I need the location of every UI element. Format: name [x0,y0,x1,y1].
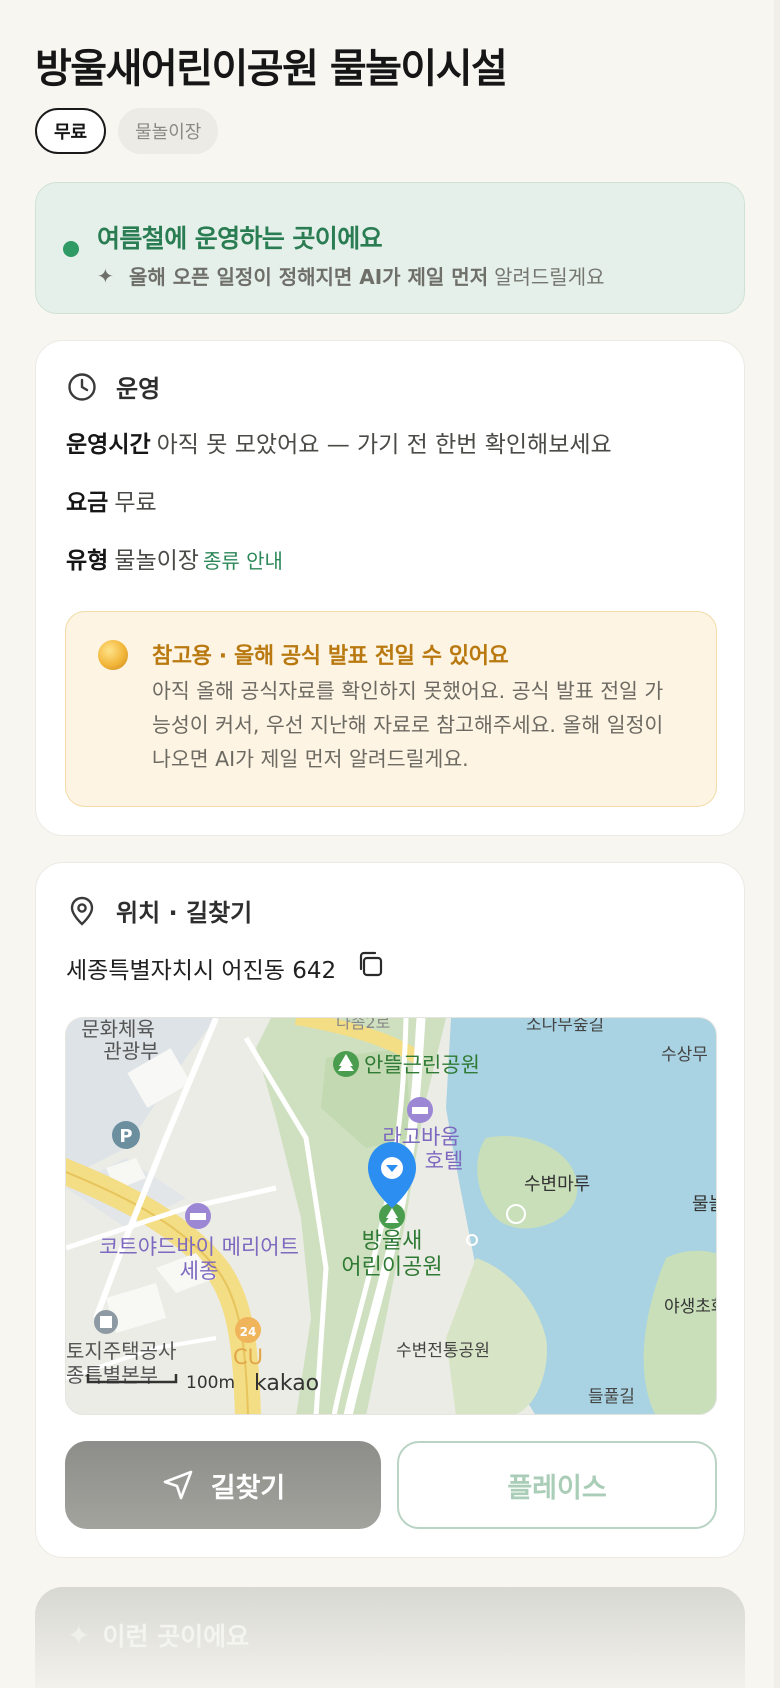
location-actions: 길찾기 플레이스 [65,1441,717,1529]
copy-icon[interactable] [356,950,384,978]
next-section-header: ✦ 이런 곳이에요 [67,1617,249,1653]
hours-label: 운영시간 [66,432,151,458]
map-label-field: 들풀길 [588,1387,635,1407]
notice-body: 아직 올해 공식자료를 확인하지 못했어요. 공식 발표 전일 가능성이 커서,… [152,679,664,771]
season-note: ✦ 올해 오픈 일정이 정해지면 AI가 제일 먼저 알려드릴게요 [97,261,605,290]
map-brand-logo: kakao [254,1371,319,1396]
type-guide-link[interactable]: 종류 안내 [203,549,283,573]
hours-value: 아직 못 모았어요 — 가기 전 한번 확인해보세요 [156,432,612,458]
next-section-card: ✦ 이런 곳이에요 [35,1587,745,1688]
season-banner: 여름철에 운영하는 곳이에요 ✦ 올해 오픈 일정이 정해지면 AI가 제일 먼… [35,182,745,314]
map-label-deck: 수변마루 [524,1174,590,1195]
svg-text:P: P [119,1126,132,1147]
fee-label: 요금 [66,490,109,516]
convenience-store-icon: 24 [235,1317,261,1343]
building-icon [94,1310,118,1334]
map-label-courtyard-1: 코트야드바이 메리어트 [99,1235,299,1259]
tag-list: 무료 물놀이장 [35,108,219,154]
type-value: 물놀이장 [114,548,199,574]
map-label-target-1: 방울새 [362,1229,423,1254]
place-button[interactable]: 플레이스 [397,1441,717,1529]
svg-text:24: 24 [240,1325,257,1339]
operation-title: 운영 [116,375,161,403]
next-section-title: 이런 곳이에요 [102,1622,250,1651]
parking-icon: P [112,1121,140,1149]
type-label: 유형 [66,548,109,574]
tag-type[interactable]: 물놀이장 [118,108,219,154]
coin-icon [98,640,128,670]
map-label-lh-1: 토지주택공사 [66,1339,176,1363]
location-map[interactable]: 문화체육 관광부 다솜2로 소나무숲길 수상무 안뜰근린공원 라고바움 호텔 수… [65,1017,717,1415]
location-title: 위치 · 길찾기 [116,899,253,927]
map-label-ministry-1: 문화체육 [81,1018,155,1041]
type-row: 유형 물놀이장 종류 안내 [66,541,283,575]
navigation-arrow-icon [161,1468,195,1502]
sparkle-icon: ✦ [67,1618,91,1652]
fee-row: 요금 무료 [66,483,157,517]
map-label-wild: 야생초화원 [664,1297,717,1317]
map-label-hotel-2: 호텔 [425,1149,464,1173]
svg-text:100m: 100m [186,1373,235,1393]
address-text: 세종특별자치시 어진동 642 [66,958,337,984]
reference-notice: 참고용 · 올해 공식 발표 전일 수 있어요 아직 올해 공식자료를 확인하지… [65,611,717,807]
map-label-water: 물놀 [692,1194,717,1215]
location-card: 위치 · 길찾기 세종특별자치시 어진동 642 문화체육 관광부 다솜2로 소… [35,862,745,1558]
location-header: 위치 · 길찾기 [66,893,252,928]
map-label-road: 다솜2로 [336,1018,390,1032]
map-label-courtyard-2: 세종 [180,1259,219,1283]
map-label-upper: 수상무 [661,1045,708,1065]
status-dot [63,241,79,257]
season-headline: 여름철에 운영하는 곳이에요 [97,224,383,253]
notice-title: 참고용 · 올해 공식 발표 전일 수 있어요 [152,644,509,669]
map-label-park: 안뜰근린공원 [364,1053,480,1077]
season-note-bold: 올해 오픈 일정이 정해지면 AI가 제일 먼저 [129,265,489,289]
scrollbar[interactable] [774,0,780,1688]
tree-icon [333,1051,359,1077]
hotel-icon-2 [185,1203,211,1229]
map-label-sunset: 소나무숲길 [526,1018,604,1035]
page-title: 방울새어린이공원 물놀이시설 [35,46,508,92]
map-label-ministry-2: 관광부 [103,1039,158,1063]
map-label-lh-2: 종특별본부 [66,1363,158,1387]
operation-card: 운영 운영시간 아직 못 모았어요 — 가기 전 한번 확인해보세요 요금 무료 유… [35,340,745,836]
season-note-rest: 알려드릴게요 [494,265,605,289]
fee-value: 무료 [114,490,157,516]
hours-row: 운영시간 아직 못 모았어요 — 가기 전 한번 확인해보세요 [66,425,612,459]
tag-free[interactable]: 무료 [35,108,107,154]
clock-icon [66,371,98,403]
address-row: 세종특별자치시 어진동 642 [66,951,384,985]
location-pin-icon [66,895,98,927]
route-button[interactable]: 길찾기 [65,1441,381,1529]
sparkle-icon: ✦ [97,263,114,288]
operation-header: 운영 [66,369,160,404]
map-label-waterpark: 수변전통공원 [396,1341,490,1361]
route-button-label: 길찾기 [210,1472,286,1504]
map-label-cu: CU [233,1345,263,1369]
map-label-target-2: 어린이공원 [341,1255,442,1280]
hotel-icon [407,1097,433,1123]
